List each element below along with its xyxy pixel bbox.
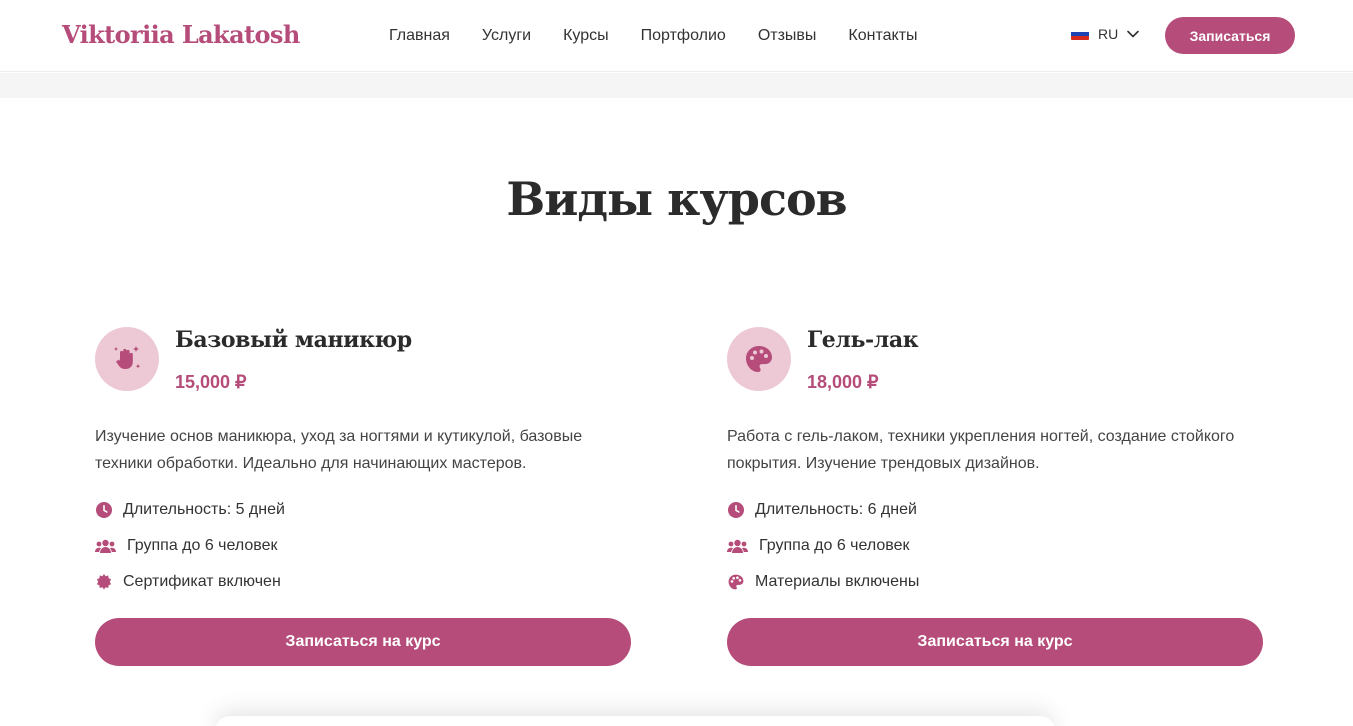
course-description: Работа с гель-лаком, техники укрепления … <box>727 428 1235 472</box>
clock-icon <box>727 502 744 519</box>
header-divider-strip <box>0 73 1353 98</box>
clock-icon <box>95 502 112 519</box>
feature-text: Длительность: 6 дней <box>755 501 917 518</box>
course-description: Изучение основ маникюра, уход за ногтями… <box>95 428 583 472</box>
feature-text: Группа до 6 человек <box>127 537 278 554</box>
course-feature-group: Группа до 6 человек <box>727 537 910 555</box>
section-title: Виды курсов <box>506 172 847 226</box>
palette-icon <box>727 574 744 591</box>
course-feature-duration: Длительность: 6 дней <box>727 501 917 519</box>
nav-link-services[interactable]: Услуги <box>482 26 531 46</box>
certificate-icon <box>95 574 112 591</box>
feature-text: Сертификат включен <box>123 573 281 590</box>
nav-link-courses[interactable]: Курсы <box>563 26 609 46</box>
next-section-edge <box>215 716 1055 726</box>
feature-text: Материалы включены <box>755 573 920 590</box>
main-nav: Главная Услуги Курсы Портфолио Отзывы Ко… <box>389 26 950 46</box>
chevron-down-icon <box>1127 30 1140 38</box>
language-code: RU <box>1098 26 1119 42</box>
course-feature-materials: Материалы включены <box>727 573 919 591</box>
users-icon <box>95 538 116 555</box>
nav-link-home[interactable]: Главная <box>389 26 450 46</box>
course-title: Базовый маникюр <box>175 327 412 353</box>
russia-flag-icon <box>1071 28 1089 40</box>
palette-icon <box>727 327 791 391</box>
course-feature-duration: Длительность: 5 дней <box>95 501 285 519</box>
course-feature-certificate: Сертификат включен <box>95 573 281 591</box>
nav-link-contacts[interactable]: Контакты <box>848 26 917 46</box>
site-header: Viktoriia Lakatosh Главная Услуги Курсы … <box>0 0 1353 72</box>
site-logo[interactable]: Viktoriia Lakatosh <box>62 20 300 49</box>
course-price: 15,000 ₽ <box>175 372 247 392</box>
users-icon <box>727 538 748 555</box>
enroll-course-button[interactable]: Записаться на курс <box>95 618 631 666</box>
feature-text: Группа до 6 человек <box>759 537 910 554</box>
feature-text: Длительность: 5 дней <box>123 501 285 518</box>
course-feature-group: Группа до 6 человек <box>95 537 278 555</box>
course-price: 18,000 ₽ <box>807 372 879 392</box>
hand-sparkles-icon <box>95 327 159 391</box>
course-title: Гель-лак <box>807 327 919 353</box>
language-selector[interactable]: RU <box>1071 26 1140 42</box>
nav-link-portfolio[interactable]: Портфолио <box>641 26 726 46</box>
signup-button[interactable]: Записаться <box>1165 17 1295 54</box>
nav-link-reviews[interactable]: Отзывы <box>758 26 817 46</box>
enroll-course-button[interactable]: Записаться на курс <box>727 618 1263 666</box>
